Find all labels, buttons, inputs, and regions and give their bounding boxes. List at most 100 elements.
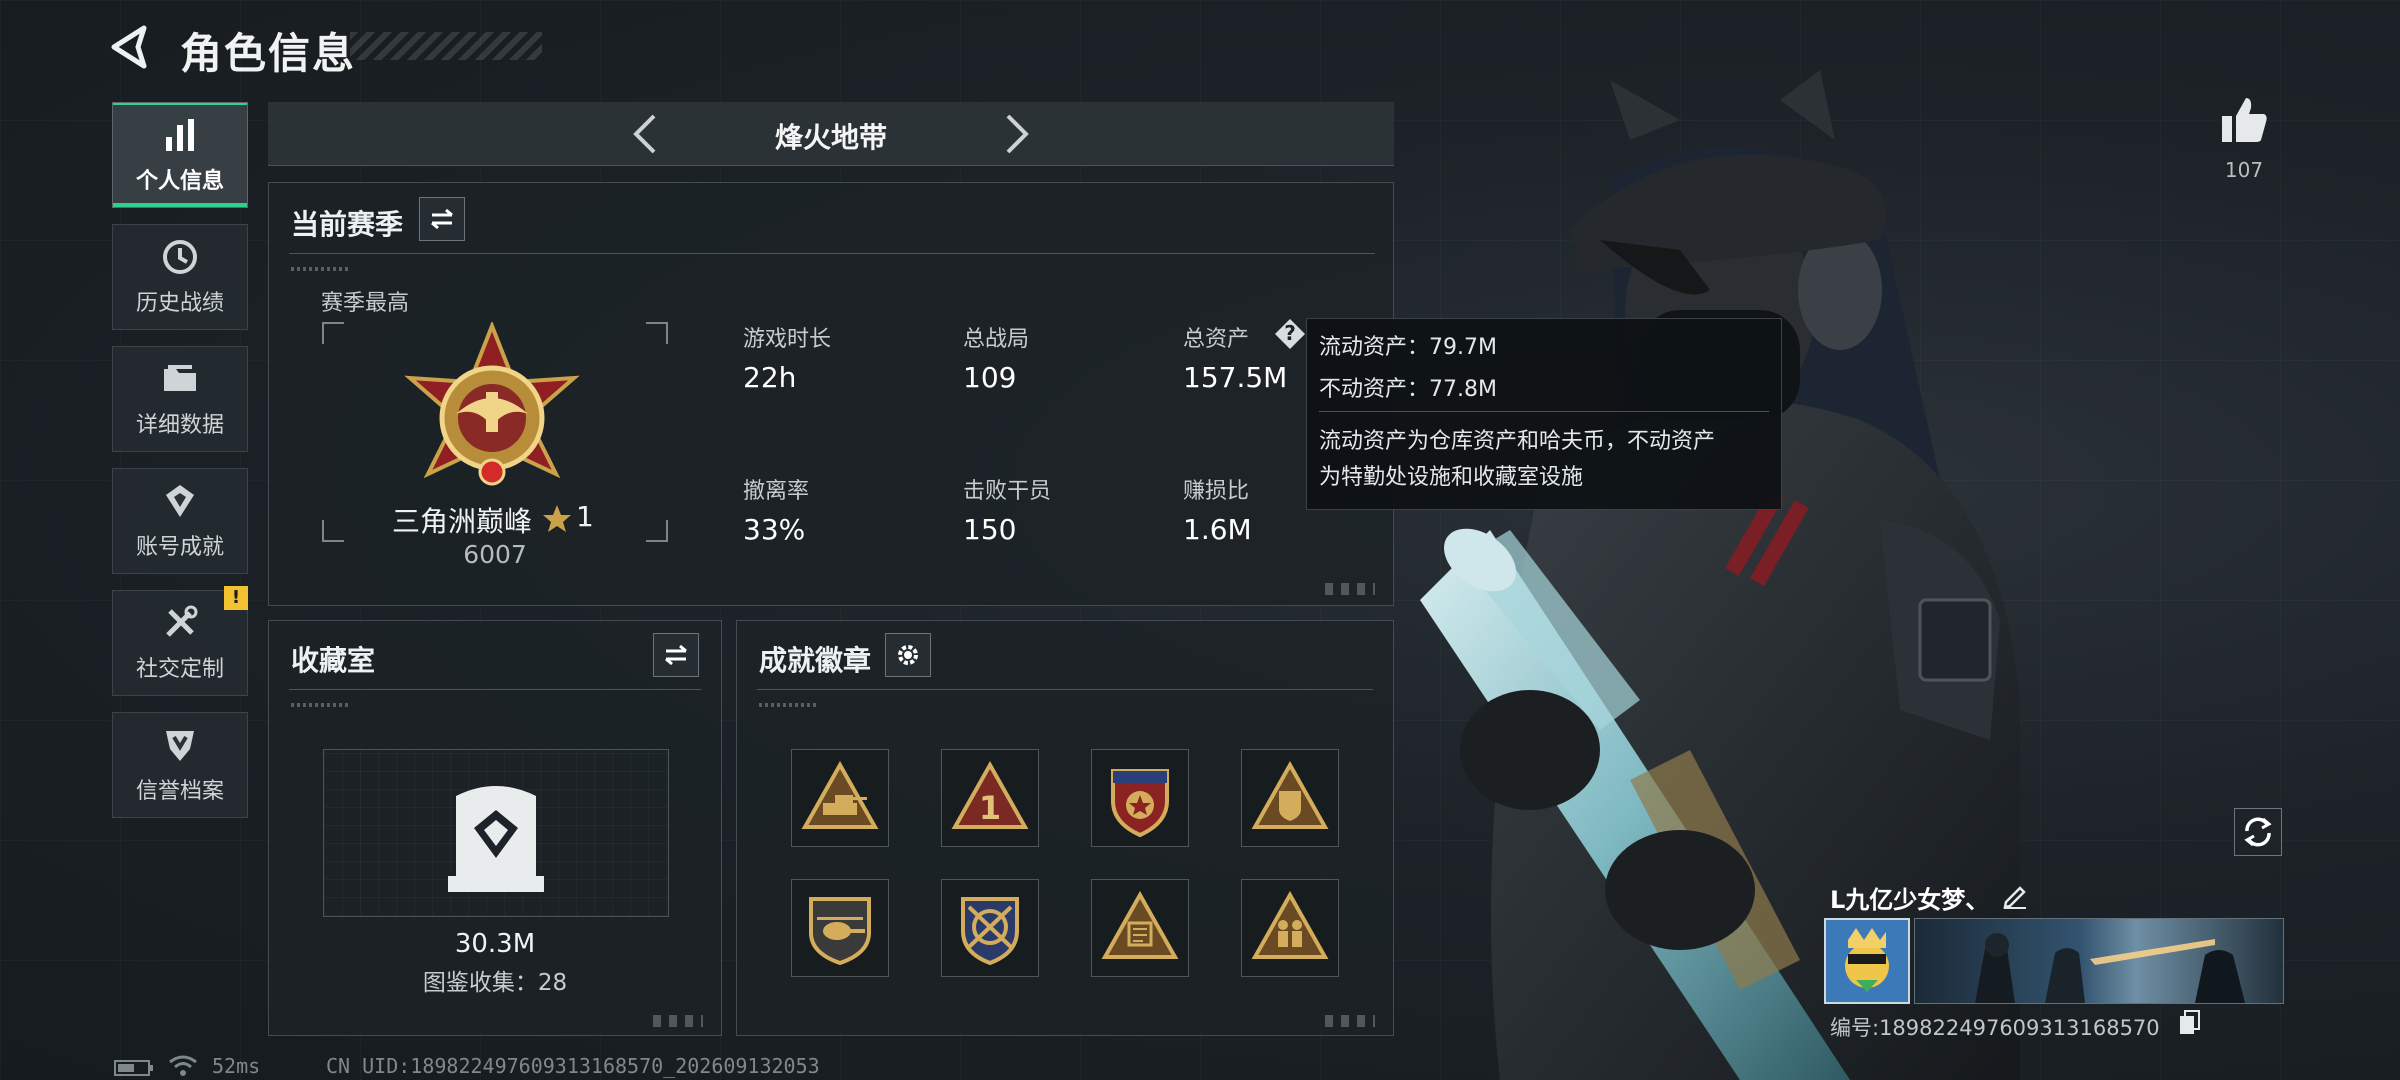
divider — [289, 689, 701, 690]
rank-score: 6007 — [463, 540, 527, 569]
chevron-right-icon[interactable] — [994, 112, 1038, 156]
achievement-badge[interactable] — [1241, 879, 1339, 977]
copy-icon[interactable] — [2178, 1010, 2202, 1036]
achievement-badge[interactable]: 1 — [941, 749, 1039, 847]
stat-label: 赚损比 — [1183, 479, 1250, 504]
season-title: 当前赛季 — [291, 208, 404, 241]
swap-icon — [665, 644, 687, 666]
back-arrow-icon[interactable] — [108, 24, 154, 70]
collection-switch-button[interactable] — [653, 633, 699, 677]
bar-chart-icon — [166, 119, 194, 151]
season-best-label: 赛季最高 — [321, 291, 410, 316]
map-triangle-badge — [1101, 890, 1179, 959]
refresh-button[interactable] — [2234, 808, 2282, 856]
credit-shield-icon — [166, 731, 194, 761]
swap-icon — [431, 208, 453, 230]
star-shield-badge — [1111, 769, 1169, 838]
decorative-corner — [1325, 1015, 1375, 1027]
mode-selector: 烽火地带 — [268, 102, 1394, 166]
achievement-badge[interactable] — [791, 879, 889, 977]
crossed-rifles-badge — [961, 897, 1019, 966]
tooltip-fixed-assets: 不动资产：77.8M — [1319, 377, 1497, 402]
stat-label: 击败干员 — [963, 479, 1052, 504]
shield-triangle-badge — [1251, 760, 1329, 829]
tank-triangle-badge — [801, 760, 879, 829]
divider — [289, 253, 1375, 254]
tooltip-description: 为特勤处设施和收藏室设施 — [1319, 465, 1584, 490]
like-count: 107 — [2224, 158, 2264, 182]
nav-label: 历史战绩 — [135, 291, 224, 316]
nav-match-history[interactable]: 历史战绩 — [112, 224, 248, 330]
achievement-badge[interactable] — [1091, 749, 1189, 847]
refresh-icon — [2244, 817, 2272, 847]
collection-title: 收藏室 — [291, 644, 376, 677]
decorative-dots — [759, 703, 819, 707]
achievement-badge[interactable] — [1091, 879, 1189, 977]
svg-text:1: 1 — [979, 789, 1001, 827]
warning-badge: ! — [224, 586, 248, 610]
stat-value: 22h — [743, 361, 797, 394]
nav-personal-info[interactable]: 个人信息 — [112, 102, 248, 208]
stat-label: 总资产 — [1183, 327, 1250, 352]
achievements-settings-button[interactable] — [885, 633, 931, 677]
uid-text: CN UID:1898224976093131685​70_2026091320… — [326, 1054, 820, 1078]
decorative-dots — [291, 267, 351, 271]
asset-tooltip: 流动资产：79.7M 不动资产：77.8M 流动资产为仓库资产和哈夫币，不动资产… — [1306, 318, 1782, 510]
nav-credit-record[interactable]: 信誉档案 — [112, 712, 248, 818]
avatar[interactable] — [1824, 918, 1910, 1004]
nav-label: 社交定制 — [135, 657, 224, 682]
soldiers-triangle-badge — [1251, 890, 1329, 959]
collection-panel: 收藏室 30.3M 图鉴收集：28 — [268, 620, 722, 1036]
nav-detailed-data[interactable]: 详细数据 — [112, 346, 248, 452]
mode-title: 烽火地带 — [774, 121, 887, 154]
collection-preview[interactable] — [323, 749, 669, 917]
stat-value: 109 — [963, 361, 1017, 394]
decorative-corner — [653, 1015, 703, 1027]
rank-star-count: 1 — [576, 500, 594, 533]
tooltip-description: 流动资产为仓库资产和哈夫币，不动资产 — [1319, 429, 1716, 454]
decorative-dots — [291, 703, 351, 707]
collection-value: 30.3M — [454, 929, 536, 959]
decorative-corner — [1325, 583, 1375, 595]
history-clock-icon — [163, 240, 197, 274]
display-case-icon — [448, 786, 544, 892]
tools-icon — [166, 605, 198, 637]
stat-label: 总战局 — [963, 327, 1030, 352]
stat-label: 撤离率 — [743, 479, 810, 504]
stat-value: 157.5M — [1183, 361, 1288, 394]
stat-value: 1.6M — [1183, 513, 1252, 546]
avatar-image — [1826, 920, 1908, 1002]
season-switch-button[interactable] — [419, 197, 465, 241]
tooltip-divider — [1319, 411, 1769, 412]
achievement-icon — [166, 485, 194, 517]
gear-icon — [898, 645, 918, 665]
folder-icon — [164, 365, 196, 391]
achievement-badge[interactable] — [791, 749, 889, 847]
player-name: L九亿少女梦、 — [1830, 886, 1990, 914]
stat-label: 游戏时长 — [743, 327, 832, 352]
achievement-badge[interactable] — [1241, 749, 1339, 847]
banner-image — [1975, 933, 2245, 1003]
helicopter-shield-badge — [809, 897, 871, 966]
collection-catalog: 图鉴收集：28 — [422, 970, 568, 996]
thumbs-up-icon[interactable] — [2218, 94, 2270, 146]
rank-emblem-icon — [404, 322, 580, 486]
number-one-triangle-badge: 1 — [951, 760, 1029, 829]
rank-name: 三角洲巅峰 — [392, 505, 533, 538]
player-banner[interactable] — [1914, 918, 2284, 1004]
nav-label: 账号成就 — [135, 535, 224, 560]
achievements-title: 成就徽章 — [759, 644, 872, 677]
stat-value: 33% — [743, 513, 806, 546]
battery-icon — [114, 1060, 153, 1076]
nav-label: 详细数据 — [135, 413, 224, 438]
stat-value: 150 — [963, 513, 1017, 546]
achievement-badge[interactable] — [941, 879, 1039, 977]
asset-help-icon[interactable]: ? — [1273, 317, 1307, 351]
nav-label: 个人信息 — [135, 169, 224, 194]
achievements-panel: 成就徽章 1 — [736, 620, 1394, 1036]
wifi-icon — [169, 1055, 197, 1076]
edit-pencil-icon[interactable] — [2000, 880, 2030, 910]
page-title: 角色信息 — [180, 29, 357, 78]
player-id: 编号:189822497609313168570 — [1830, 1016, 2160, 1040]
nav-account-achievements[interactable]: 账号成就 — [112, 468, 248, 574]
